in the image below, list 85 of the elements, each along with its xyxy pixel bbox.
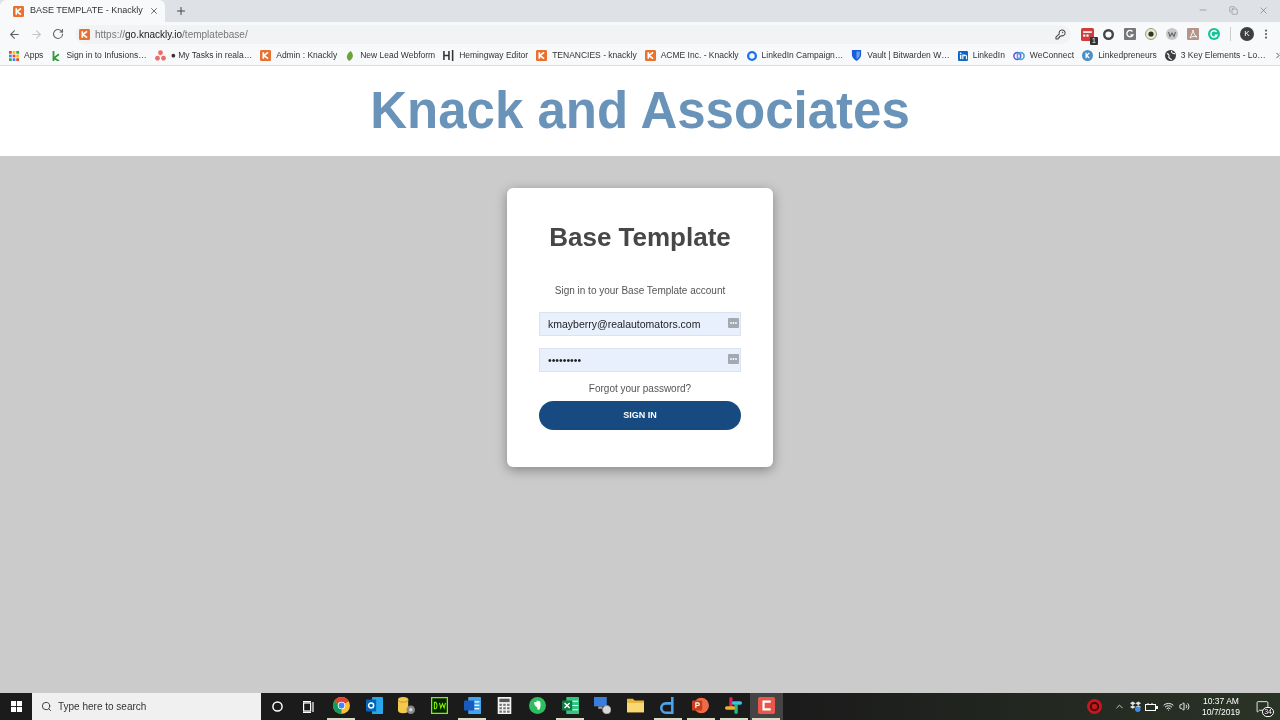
folder-icon <box>627 697 645 714</box>
k-tile-icon <box>644 50 656 61</box>
three-dots-icon <box>154 50 166 61</box>
leaf-icon <box>345 50 356 61</box>
k-tile-icon <box>536 50 548 61</box>
globe-icon <box>1164 50 1176 61</box>
database-icon <box>398 697 416 714</box>
bookmark-item[interactable]: Apps <box>9 46 44 65</box>
document-icon <box>1186 28 1199 40</box>
bookmark-item[interactable]: 3 Key Elements - Lo… <box>1164 46 1266 65</box>
computer-icon <box>594 697 612 714</box>
bookmark-item[interactable]: LinkedIn Campaign… <box>746 46 844 65</box>
bookmark-item[interactable]: New Lead Webform <box>345 46 436 65</box>
pinwheel-icon <box>725 697 743 714</box>
app-logo-icon <box>659 697 677 714</box>
k-tile-icon <box>13 5 24 17</box>
back-arrow-icon <box>7 27 21 41</box>
restore-icon <box>1228 5 1238 15</box>
grid-icon <box>9 50 19 61</box>
square-logo-icon <box>957 50 968 61</box>
clock-date[interactable]: 10/7/2019 <box>1202 706 1240 718</box>
clock-time[interactable]: 10:37 AM <box>1203 695 1239 707</box>
k-logo-icon <box>51 50 62 61</box>
linked-rings-icon <box>1012 49 1025 62</box>
search-field[interactable]: Type here to search <box>32 693 261 720</box>
plus-icon <box>175 5 187 17</box>
battery-icon <box>1145 702 1158 711</box>
speaker-icon <box>1178 701 1190 712</box>
circle-logo-icon <box>332 697 350 714</box>
circle-logo-icon <box>1165 28 1178 40</box>
bookmark-item[interactable]: Vault | Bitwarden W… <box>851 46 950 65</box>
forgot-password-link[interactable]: Forgot your password? <box>588 382 692 396</box>
bookmark-item[interactable]: WeConnect <box>1012 46 1075 65</box>
tile-icon <box>757 697 775 714</box>
bookmark-item[interactable]: Sign in to Infusions… <box>51 46 147 65</box>
circle-logo-icon <box>528 697 546 714</box>
h-logo-icon <box>443 50 455 61</box>
key-icon <box>1055 28 1066 40</box>
bookmark-item[interactable]: Linkedpreneurs <box>1082 46 1157 65</box>
k-tile-icon <box>260 50 272 61</box>
card-subtitle: Sign in to your Base Template account <box>554 284 726 298</box>
address-bar[interactable]: https://go.knackly.io/templatebase/ <box>75 24 1071 44</box>
k-tile-icon <box>79 28 90 40</box>
tile-icon <box>430 697 448 714</box>
circle-logo-icon <box>692 697 710 714</box>
mail-tile-icon <box>365 697 383 714</box>
profile-avatar[interactable]: K <box>1240 27 1254 41</box>
ellipsis-icon <box>728 354 739 364</box>
wifi-icon <box>1162 701 1174 712</box>
task-view-icon <box>303 700 315 713</box>
calculator-icon <box>496 697 514 714</box>
circle-logo-icon <box>1086 699 1102 714</box>
shield-icon <box>851 50 863 61</box>
sign-in-button[interactable]: SIGN IN <box>539 401 741 430</box>
browser-tab[interactable]: BASE TEMPLATE - Knackly <box>0 0 165 22</box>
taskbar-app-button[interactable] <box>749 693 783 720</box>
close-icon <box>1257 4 1269 16</box>
bookmark-item[interactable]: ● My Tasks in reala… <box>154 46 253 65</box>
card-title: Base Template <box>549 222 731 252</box>
bookmark-item[interactable]: ACME Inc. - Knackly <box>644 46 739 65</box>
password-field[interactable]: ••••••••• <box>539 348 741 372</box>
ring-icon <box>1103 28 1114 40</box>
ring-icon <box>746 50 757 61</box>
bookmark-item[interactable]: LinkedIn <box>957 46 1005 65</box>
windows-logo-icon <box>10 701 22 712</box>
document-icon <box>463 697 481 714</box>
ring-icon <box>271 701 283 712</box>
close-tab-button[interactable] <box>148 5 159 17</box>
boxes-icon <box>1129 701 1141 712</box>
eye-icon <box>1144 28 1157 40</box>
ellipsis-icon <box>728 318 739 328</box>
reload-icon <box>52 28 64 40</box>
tile-icon <box>1123 28 1136 40</box>
site-title: Knack and Associates <box>370 83 910 139</box>
close-icon <box>148 6 159 16</box>
calendar-icon <box>1081 27 1094 41</box>
spreadsheet-icon <box>561 697 579 714</box>
email-field[interactable]: kmayberry@realautomators.com <box>539 312 741 336</box>
bookmark-item[interactable]: Admin : Knackly <box>260 46 338 65</box>
bookmark-item[interactable]: TENANCIES - knackly <box>536 46 637 65</box>
circle-logo-icon <box>1207 28 1220 40</box>
bookmark-item[interactable]: Hemingway Editor <box>443 46 529 65</box>
search-icon <box>41 701 52 712</box>
circle-logo-icon <box>1082 50 1094 61</box>
forward-arrow-icon <box>29 27 43 41</box>
